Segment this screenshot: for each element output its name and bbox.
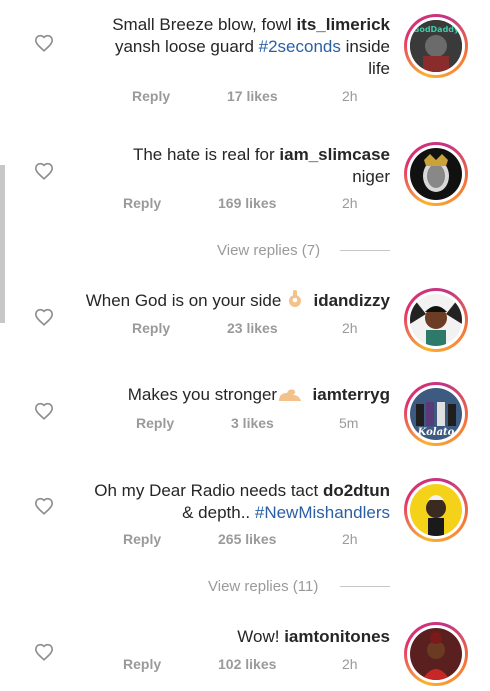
timestamp: 2h xyxy=(342,531,358,547)
view-replies-button[interactable]: View replies (11) xyxy=(208,578,318,595)
comment-username[interactable]: iamterryg xyxy=(313,385,390,404)
avatar-logo-text: GodDaddy xyxy=(413,25,460,34)
comment-text: When God is on your side idandizzy xyxy=(60,289,390,315)
avatar[interactable]: Kolato xyxy=(404,382,468,446)
ok-hand-emoji-icon xyxy=(286,289,304,315)
comment-text: Makes you stronger iamterryg xyxy=(70,384,390,409)
like-heart-icon[interactable] xyxy=(34,162,54,180)
reply-button[interactable]: Reply xyxy=(123,656,161,672)
comment-username[interactable]: iamtonitones xyxy=(284,627,390,646)
avatar-logo-text: Kolato xyxy=(417,427,455,438)
divider xyxy=(340,250,390,251)
reply-button[interactable]: Reply xyxy=(123,531,161,547)
like-heart-icon[interactable] xyxy=(34,34,54,52)
timestamp: 5m xyxy=(339,415,359,431)
avatar[interactable]: GodDaddy xyxy=(404,14,468,78)
reply-button[interactable]: Reply xyxy=(132,88,170,104)
hashtag-link[interactable]: #NewMishandlers xyxy=(255,503,390,522)
avatar[interactable] xyxy=(404,142,468,206)
comment-username[interactable]: its_limerick xyxy=(296,15,390,34)
reply-button[interactable]: Reply xyxy=(132,320,170,336)
hashtag-link[interactable]: #2seconds xyxy=(259,37,341,56)
like-heart-icon[interactable] xyxy=(34,643,54,661)
divider xyxy=(340,586,390,587)
timestamp: 2h xyxy=(342,195,358,211)
likes-count[interactable]: 102 likes xyxy=(218,656,276,672)
comment-text: The hate is real for iam_slimcase niger xyxy=(132,145,390,186)
likes-count[interactable]: 17 likes xyxy=(227,88,278,104)
likes-count[interactable]: 23 likes xyxy=(227,320,278,336)
likes-count[interactable]: 169 likes xyxy=(218,195,276,211)
comment-username[interactable]: idandizzy xyxy=(313,291,390,310)
view-replies-button[interactable]: View replies (7) xyxy=(217,242,320,259)
timestamp: 2h xyxy=(342,320,358,336)
comment-username[interactable]: iam_slimcase xyxy=(279,145,390,164)
comment-text: Wow! iamtonitones xyxy=(237,627,390,646)
avatar[interactable] xyxy=(404,622,468,686)
timestamp: 2h xyxy=(342,88,358,104)
reply-button[interactable]: Reply xyxy=(123,195,161,211)
likes-count[interactable]: 3 likes xyxy=(231,415,274,431)
timestamp: 2h xyxy=(342,656,358,672)
comment-username[interactable]: do2dtun xyxy=(323,481,390,500)
comment-text: Oh my Dear Radio needs tact do2dtun & de… xyxy=(94,481,390,522)
like-heart-icon[interactable] xyxy=(34,497,54,515)
like-heart-icon[interactable] xyxy=(34,308,54,326)
comment-text: Small Breeze blow, fowl its_limerick yan… xyxy=(112,15,390,78)
flexed-biceps-emoji-icon xyxy=(277,387,303,409)
likes-count[interactable]: 265 likes xyxy=(218,531,276,547)
like-heart-icon[interactable] xyxy=(34,402,54,420)
avatar[interactable] xyxy=(404,288,468,352)
avatar[interactable] xyxy=(404,478,468,542)
reply-button[interactable]: Reply xyxy=(136,415,174,431)
scrollbar[interactable] xyxy=(0,165,5,323)
